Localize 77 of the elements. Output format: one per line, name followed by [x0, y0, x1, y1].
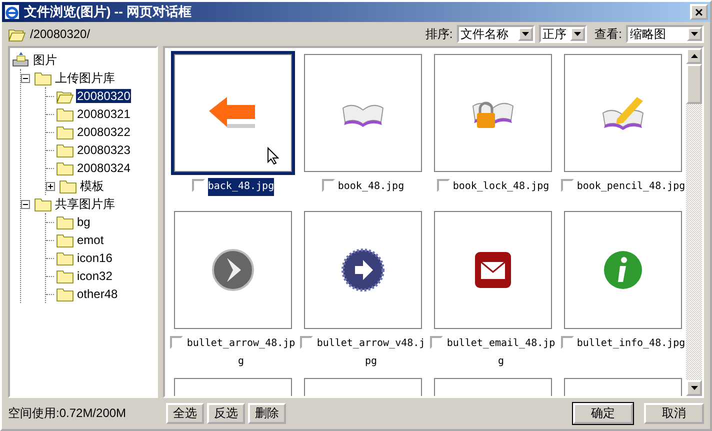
file-name: bullet_arrow_48.jpg [186, 337, 296, 369]
tree-item[interactable]: icon32 [76, 269, 114, 283]
view-dropdown[interactable]: 缩略图 [626, 25, 704, 43]
thumbnail[interactable] [561, 208, 685, 332]
action-button[interactable]: 反选 [207, 403, 245, 424]
mouse-pointer-icon [267, 147, 279, 165]
file-name: bullet_arrow_v48.jpg [316, 337, 426, 369]
browser-icon [4, 4, 20, 20]
action-button[interactable]: 全选 [166, 403, 204, 424]
thumbnail[interactable] [561, 51, 685, 175]
open-folder-icon [8, 26, 26, 42]
envelope-icon [474, 251, 512, 289]
folder-icon [56, 106, 74, 122]
tree-item[interactable]: 20080323 [76, 143, 132, 157]
expand-icon[interactable] [46, 182, 55, 190]
tree-item[interactable]: 20080320 [76, 89, 132, 103]
arrow-badge-icon [341, 248, 385, 292]
drive-icon [12, 52, 30, 68]
tree-item[interactable]: 20080321 [76, 107, 132, 121]
tree-item[interactable]: emot [76, 233, 105, 247]
dropdown-arrow-icon [522, 32, 529, 36]
file-name: bullet_info_48.jpg [576, 337, 686, 351]
open-folder-icon [56, 88, 74, 104]
dropdown-arrow-icon [574, 32, 581, 36]
action-button[interactable]: 删除 [248, 403, 286, 424]
current-path: /20080320/ [30, 27, 92, 41]
file-name: bullet_email_48.jpg [446, 337, 556, 369]
scrollbar[interactable] [686, 48, 702, 396]
folder-icon [56, 232, 74, 248]
thumbnail[interactable] [301, 51, 425, 175]
folder-icon [56, 214, 74, 230]
file-name: book_pencil_48.jpg [576, 180, 686, 194]
collapse-icon[interactable] [21, 200, 30, 208]
tree-item[interactable]: icon16 [76, 251, 114, 265]
folder-icon [56, 268, 74, 284]
tree-item[interactable]: other48 [76, 287, 119, 301]
dropdown-arrow-icon [691, 32, 698, 36]
folder-icon [59, 178, 77, 194]
view-label: 查看: [594, 26, 622, 42]
checkbox[interactable] [192, 179, 205, 192]
scroll-down-arrow-icon [690, 386, 698, 390]
file-name: back_48.jpg [208, 178, 274, 196]
folder-icon [56, 160, 74, 176]
file-name: book_48.jpg [338, 180, 404, 194]
thumbnail[interactable] [301, 208, 425, 332]
thumbnail[interactable] [431, 51, 555, 175]
thumbnail[interactable] [171, 208, 295, 332]
tree-item[interactable]: 共享图片库 [54, 196, 116, 212]
tree-item[interactable]: 模板 [79, 178, 105, 194]
file-name: book_lock_48.jpg [452, 180, 550, 194]
folder-icon [56, 142, 74, 158]
sort-order-dropdown[interactable]: 正序 [538, 25, 587, 43]
tree-item[interactable]: bg [76, 215, 92, 229]
space-usage: 空间使用:0.72M/200M [8, 405, 128, 422]
chevron-button-icon [211, 248, 255, 292]
folder-icon [56, 124, 74, 140]
dialog-button[interactable]: 取消 [644, 403, 704, 424]
scroll-thumb[interactable] [686, 64, 702, 104]
thumbnail[interactable] [431, 208, 555, 332]
scroll-up-arrow-icon [690, 54, 698, 58]
arrow-icon [209, 96, 257, 130]
folder-icon [56, 250, 74, 266]
close-button[interactable]: × [690, 4, 708, 20]
folder-icon [34, 70, 52, 86]
tree-item[interactable]: 上传图片库 [54, 70, 116, 86]
folder-icon [34, 196, 52, 212]
folder-icon [56, 286, 74, 302]
tree-item[interactable]: 20080322 [76, 125, 132, 139]
tree-item[interactable]: 20080324 [76, 161, 132, 175]
window-title: 文件浏览(图片) -- 网页对话框 [24, 3, 193, 21]
thumbnail[interactable] [171, 51, 295, 175]
sort-field-dropdown[interactable]: 文件名称 [456, 25, 535, 43]
info-icon [602, 249, 644, 291]
collapse-icon[interactable] [21, 74, 30, 82]
tree-item[interactable]: 图片 [32, 52, 58, 68]
sort-label: 排序: [425, 26, 453, 42]
dialog-button[interactable]: 确定 [573, 403, 633, 424]
